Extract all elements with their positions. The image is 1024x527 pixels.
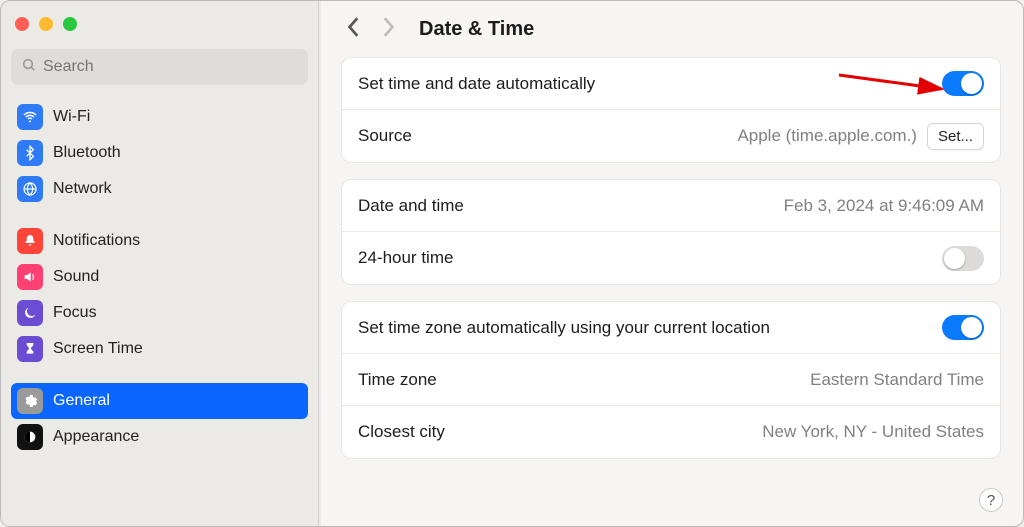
minimize-window-button[interactable] [39,17,53,31]
row-date-time: Date and time Feb 3, 2024 at 9:46:09 AM [342,180,1000,232]
sidebar-group-general: General Appearance [11,383,308,455]
tz-value: Eastern Standard Time [810,370,984,390]
sidebar-item-screentime[interactable]: Screen Time [11,331,308,367]
sidebar-item-label: Appearance [53,428,139,446]
sidebar-group-network: Wi-Fi Bluetooth Network [11,99,308,207]
row-source: Source Apple (time.apple.com.) Set... [342,110,1000,162]
sidebar-item-label: Notifications [53,232,140,250]
sidebar-item-general[interactable]: General [11,383,308,419]
settings-window: Wi-Fi Bluetooth Network Notification [0,0,1024,527]
sidebar-item-bluetooth[interactable]: Bluetooth [11,135,308,171]
close-window-button[interactable] [15,17,29,31]
set-auto-toggle[interactable] [942,71,984,96]
search-icon [21,57,43,78]
source-set-button[interactable]: Set... [927,123,984,150]
city-value: New York, NY - United States [762,422,984,442]
card-date-time-auto: Set time and date automatically Source A… [341,57,1001,163]
date-time-value: Feb 3, 2024 at 9:46:09 AM [784,196,984,216]
sidebar-item-wifi[interactable]: Wi-Fi [11,99,308,135]
search-input[interactable] [43,58,298,76]
card-timezone: Set time zone automatically using your c… [341,301,1001,459]
sidebar: Wi-Fi Bluetooth Network Notification [1,1,319,526]
row-set-auto: Set time and date automatically [342,58,1000,110]
page-title: Date & Time [419,18,534,41]
bell-icon [17,228,43,254]
row-city: Closest city New York, NY - United State… [342,406,1000,458]
maximize-window-button[interactable] [63,17,77,31]
globe-icon [17,176,43,202]
sidebar-item-notifications[interactable]: Notifications [11,223,308,259]
wifi-icon [17,104,43,130]
row-tz-auto: Set time zone automatically using your c… [342,302,1000,354]
sidebar-item-appearance[interactable]: Appearance [11,419,308,455]
date-time-label: Date and time [358,196,464,216]
help-button[interactable]: ? [979,488,1003,512]
sidebar-item-label: General [53,392,110,410]
sound-icon [17,264,43,290]
search-field[interactable] [11,49,308,85]
sidebar-item-sound[interactable]: Sound [11,259,308,295]
source-value: Apple (time.apple.com.) [737,126,917,146]
nav-arrows [347,16,395,43]
sidebar-item-network[interactable]: Network [11,171,308,207]
tz-label: Time zone [358,370,437,390]
appearance-icon [17,424,43,450]
sidebar-item-focus[interactable]: Focus [11,295,308,331]
sidebar-item-label: Sound [53,268,99,286]
moon-icon [17,300,43,326]
nav-back-button[interactable] [347,16,361,43]
sidebar-group-sys: Notifications Sound Focus Screen Time [11,223,308,367]
hourglass-icon [17,336,43,362]
main-content: Date & Time Set time and date automatica… [319,1,1023,526]
sidebar-item-label: Wi-Fi [53,108,90,126]
main-header: Date & Time [341,1,1001,57]
row-24h: 24-hour time [342,232,1000,284]
source-label: Source [358,126,412,146]
bluetooth-icon [17,140,43,166]
sidebar-item-label: Screen Time [53,340,143,358]
sidebar-item-label: Focus [53,304,97,322]
h24-label: 24-hour time [358,248,453,268]
window-controls [11,11,308,49]
sidebar-item-label: Bluetooth [53,144,121,162]
h24-toggle[interactable] [942,246,984,271]
tz-auto-label: Set time zone automatically using your c… [358,318,770,338]
city-label: Closest city [358,422,445,442]
gear-icon [17,388,43,414]
row-tz: Time zone Eastern Standard Time [342,354,1000,406]
nav-forward-button[interactable] [381,16,395,43]
card-date-time: Date and time Feb 3, 2024 at 9:46:09 AM … [341,179,1001,285]
tz-auto-toggle[interactable] [942,315,984,340]
set-auto-label: Set time and date automatically [358,74,595,94]
sidebar-item-label: Network [53,180,112,198]
